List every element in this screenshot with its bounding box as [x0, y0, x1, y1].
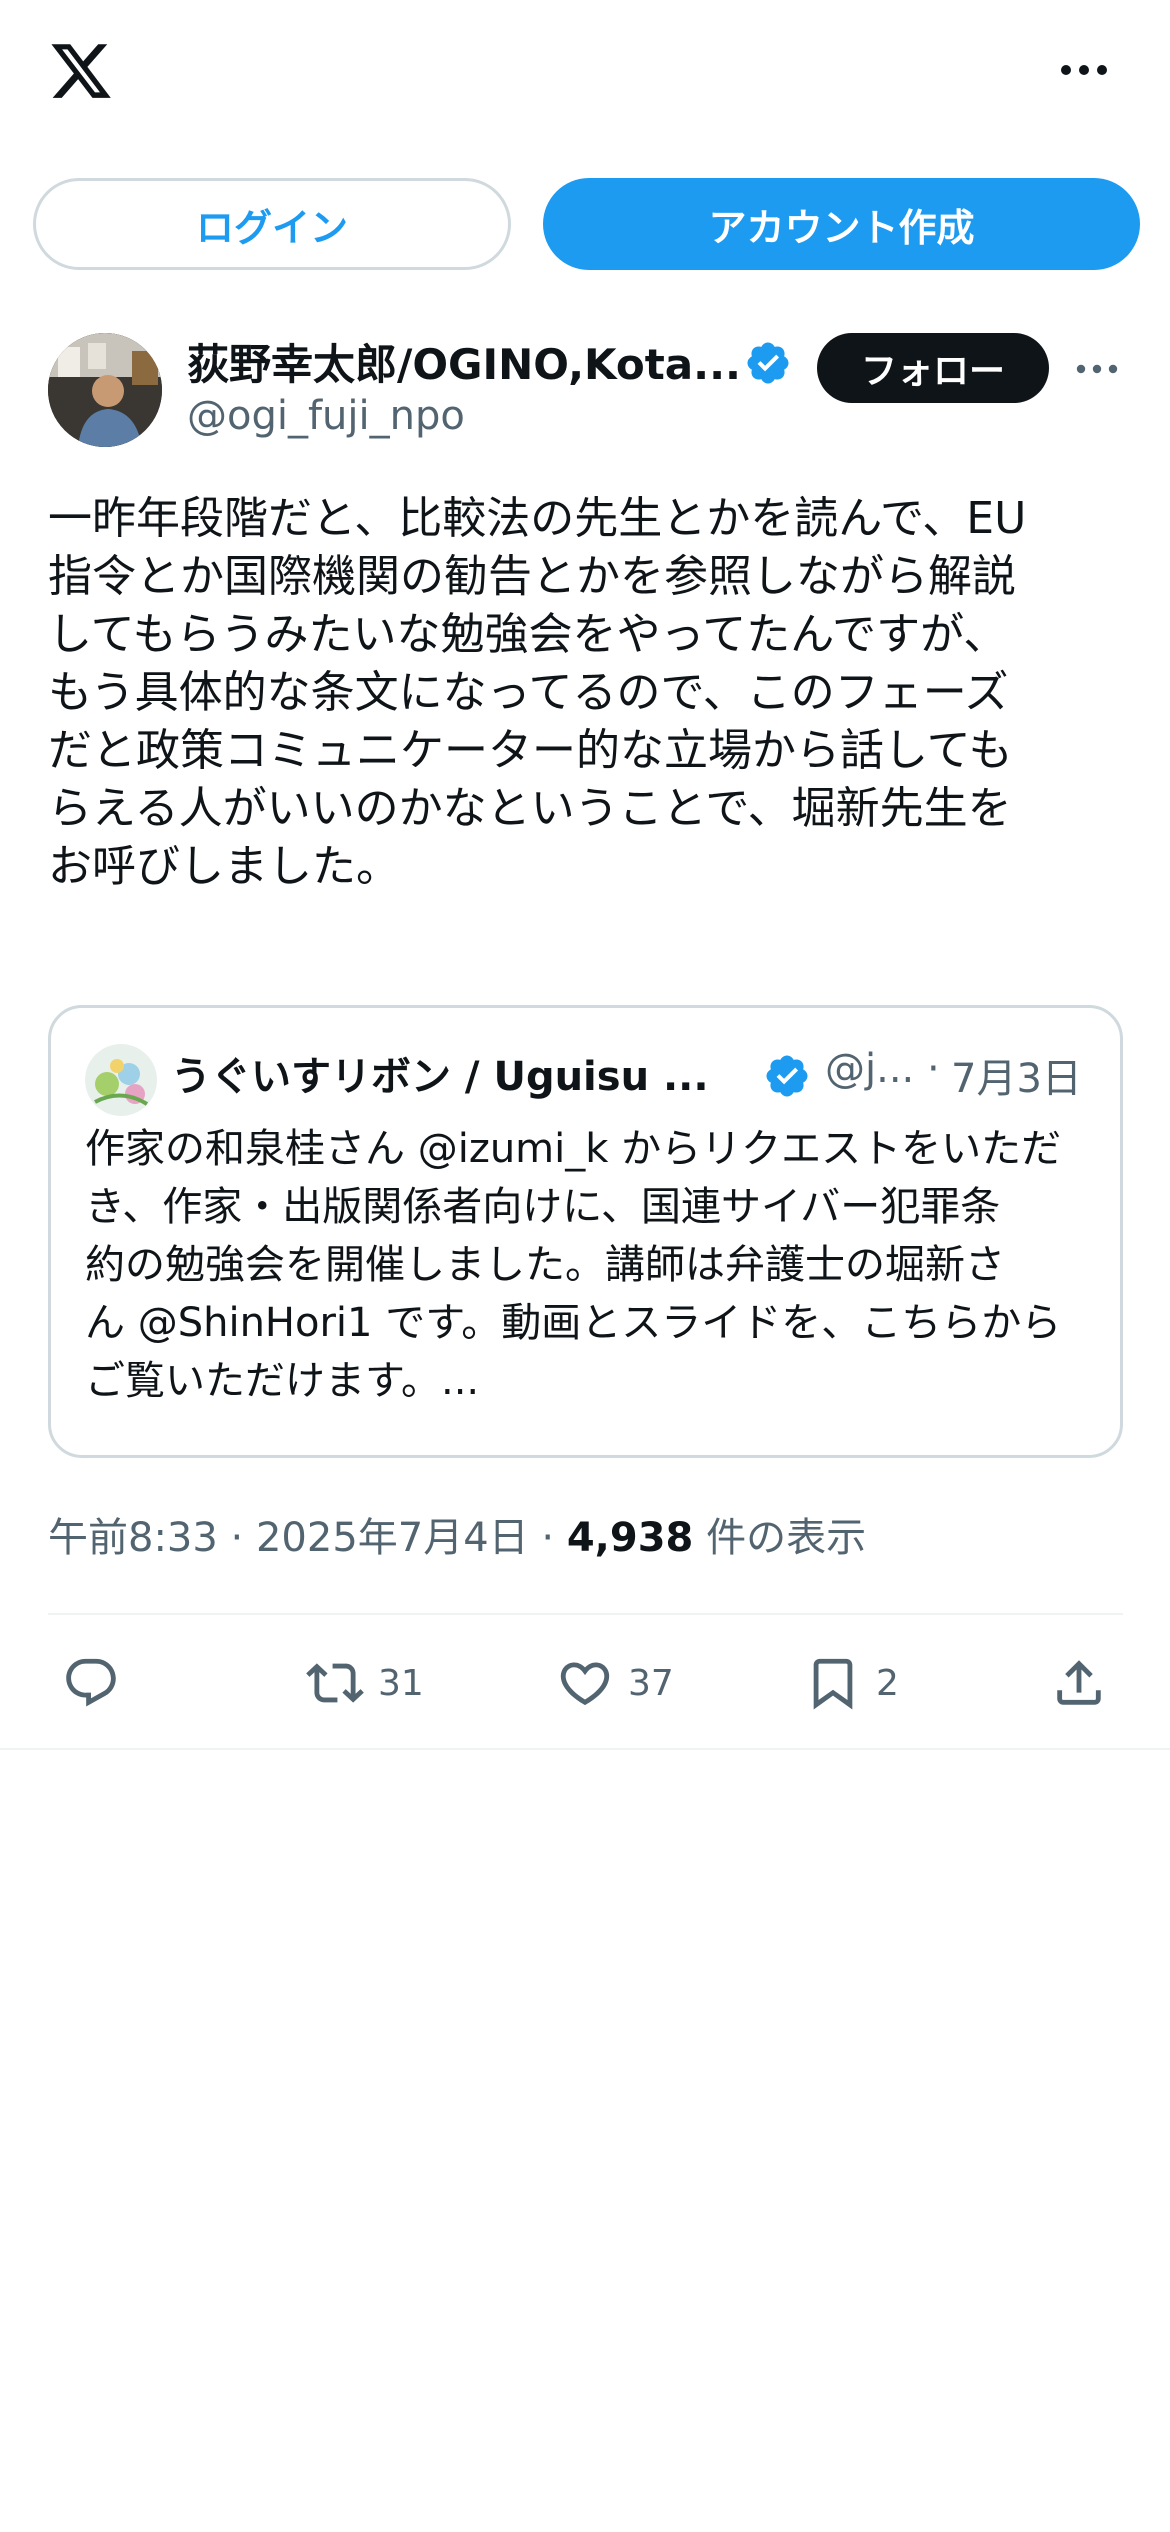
bookmark-icon [813, 1658, 853, 1710]
verified-badge-icon [766, 1055, 808, 1097]
views-label: 件の表示 [693, 1515, 867, 1561]
retweet-icon [306, 1663, 364, 1703]
quote-date: 7月3日 [951, 1056, 1082, 1102]
tweet-text: 一昨年段階だと、比較法の先生とかを読んで、EU 指令とか国際機関の勧告とかを参照… [48, 493, 1027, 892]
tweet-meta: 午前8:33 · 2025年7月4日 · 4,938 件の表示 [48, 1505, 866, 1563]
meta-separator: · [217, 1515, 256, 1561]
tweet-actions: 31 37 2 [0, 1648, 1170, 1718]
divider [48, 1613, 1123, 1615]
reply-button[interactable] [62, 1648, 120, 1718]
retweet-button[interactable]: 31 [306, 1648, 424, 1718]
quote-text: 作家の和泉桂さん @izumi_k からリクエストをいただ き、作家・出版関係者… [85, 1126, 1062, 1404]
quoted-tweet[interactable]: うぐいすリボン / Uguisu ... @j... · 7月3日 作家の和泉桂… [48, 1005, 1123, 1458]
bookmark-button[interactable]: 2 [804, 1648, 899, 1718]
signup-button[interactable]: アカウント作成 [543, 178, 1140, 270]
auth-buttons: ログイン アカウント作成 [0, 178, 1170, 272]
divider [0, 1748, 1170, 1750]
share-button[interactable] [1050, 1648, 1108, 1718]
share-icon [1057, 1660, 1101, 1705]
tweet-date[interactable]: 2025年7月4日 [256, 1515, 529, 1561]
tweet-time[interactable]: 午前8:33 [48, 1515, 218, 1561]
verified-badge-icon [747, 342, 789, 384]
more-horizontal-icon[interactable] [1058, 60, 1110, 80]
quote-separator: · [927, 1046, 940, 1092]
quote-display-name: うぐいすリボン / Uguisu ... [171, 1054, 709, 1100]
bookmark-count: 2 [876, 1662, 899, 1704]
more-horizontal-icon[interactable] [1075, 361, 1119, 377]
author-display-name[interactable]: 荻野幸太郎/OGINO,Kota... [187, 331, 741, 392]
author-handle[interactable]: @ogi_fuji_npo [187, 393, 465, 439]
like-button[interactable]: 37 [556, 1648, 674, 1718]
quote-handle: @j... [825, 1046, 915, 1092]
quote-avatar [85, 1044, 157, 1116]
top-bar [0, 0, 1170, 150]
like-count: 37 [628, 1662, 674, 1704]
follow-button[interactable]: フォロー [817, 333, 1049, 403]
views-count: 4,938 [566, 1515, 694, 1561]
heart-icon [560, 1662, 610, 1706]
avatar[interactable] [48, 333, 162, 447]
meta-separator: · [528, 1515, 567, 1561]
reply-icon [66, 1658, 116, 1707]
login-button[interactable]: ログイン [33, 178, 511, 270]
tweet-author: 荻野幸太郎/OGINO,Kota... @ogi_fuji_npo フォロー [0, 325, 1170, 455]
x-logo-icon[interactable] [46, 38, 116, 104]
retweet-count: 31 [378, 1662, 424, 1704]
